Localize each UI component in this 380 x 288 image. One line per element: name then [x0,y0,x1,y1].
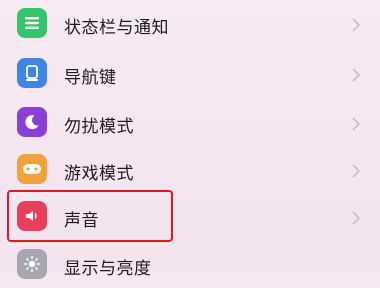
settings-screen: 状态栏与通知 导航键 勿扰模式 游戏模式 声音 显示与亮度 [0,0,380,279]
settings-item-navigation-keys[interactable]: 导航键 [0,48,380,96]
chevron-right-icon [352,117,360,131]
settings-item-label: 显示与亮度 [64,259,152,279]
settings-item-do-not-disturb[interactable]: 勿扰模式 [0,96,380,144]
chevron-right-icon [352,164,360,178]
settings-item-label: 导航键 [64,68,117,88]
chevron-right-icon [352,211,360,225]
settings-item-label: 勿扰模式 [64,117,134,137]
notification-bar-icon [17,8,47,38]
chevron-right-icon [352,18,360,32]
settings-item-display-brightness[interactable]: 显示与亮度 [0,240,380,288]
sound-highlight-box [7,190,173,242]
navigation-key-icon [17,58,47,88]
moon-icon [17,107,47,137]
gamepad-icon [17,154,47,184]
settings-item-status-bar[interactable]: 状态栏与通知 [0,0,380,48]
chevron-right-icon [352,68,360,82]
settings-item-label: 状态栏与通知 [64,18,169,38]
settings-item-game-mode[interactable]: 游戏模式 [0,144,380,192]
sun-icon [17,249,47,279]
settings-item-label: 游戏模式 [64,164,134,184]
